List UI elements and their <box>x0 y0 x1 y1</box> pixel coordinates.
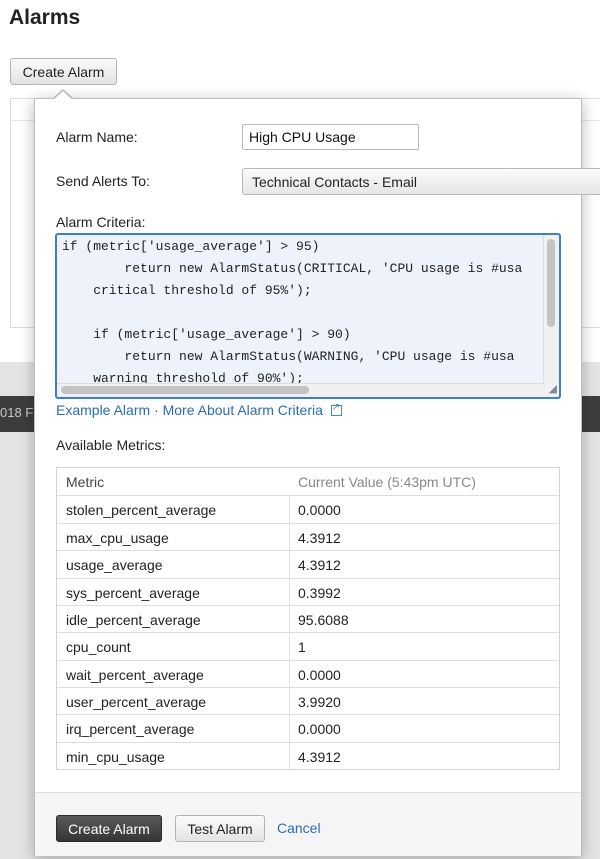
link-separator: · <box>154 402 159 418</box>
page-band-text: 018 F <box>0 405 34 420</box>
create-alarm-toggle-button[interactable]: Create Alarm <box>10 58 117 85</box>
example-alarm-link[interactable]: Example Alarm <box>56 402 150 418</box>
alarm-criteria-label: Alarm Criteria: <box>56 214 146 230</box>
metric-name: min_cpu_usage <box>66 749 165 765</box>
metrics-table: Metric Current Value (5:43pm UTC) stolen… <box>56 467 560 770</box>
metric-value: 4.3912 <box>298 530 341 546</box>
code-line: if (metric['usage_average'] > 95) <box>62 239 320 254</box>
table-row: usage_average 4.3912 <box>57 550 559 577</box>
metric-value: 0.0000 <box>298 502 341 518</box>
vertical-scrollbar[interactable] <box>543 235 559 383</box>
table-row: sys_percent_average 0.3992 <box>57 578 559 605</box>
header-current-value: Current Value (5:43pm UTC) <box>298 474 476 490</box>
metric-name: max_cpu_usage <box>66 530 169 546</box>
table-row: idle_percent_average 95.6088 <box>57 605 559 632</box>
metric-name: idle_percent_average <box>66 612 201 628</box>
table-row: user_percent_average 3.9920 <box>57 687 559 714</box>
external-link-icon[interactable] <box>330 402 342 416</box>
table-header-row: Metric Current Value (5:43pm UTC) <box>57 468 559 495</box>
metric-name: irq_percent_average <box>66 721 195 737</box>
metric-name: wait_percent_average <box>66 667 204 683</box>
resize-handle-icon[interactable]: ◢ <box>549 384 557 395</box>
vertical-scrollbar-thumb[interactable] <box>547 239 555 327</box>
send-alerts-label: Send Alerts To: <box>56 173 150 189</box>
metric-value: 95.6088 <box>298 612 349 628</box>
alarm-criteria-editor[interactable]: if (metric['usage_average'] > 95) return… <box>55 233 561 399</box>
metric-value: 0.0000 <box>298 721 341 737</box>
table-row: irq_percent_average 0.0000 <box>57 714 559 741</box>
metric-name: usage_average <box>66 557 163 573</box>
metric-name: sys_percent_average <box>66 585 200 601</box>
send-alerts-select[interactable]: Technical Contacts - Email <box>242 168 600 195</box>
code-line: return new AlarmStatus(CRITICAL, 'CPU us… <box>62 261 523 276</box>
metric-name: cpu_count <box>66 639 131 655</box>
table-row: min_cpu_usage 4.3912 <box>57 742 559 769</box>
available-metrics-label: Available Metrics: <box>56 437 166 453</box>
table-row: wait_percent_average 0.0000 <box>57 660 559 687</box>
metric-value: 3.9920 <box>298 694 341 710</box>
criteria-help-links: Example Alarm · More About Alarm Criteri… <box>56 402 342 418</box>
metric-value: 4.3912 <box>298 749 341 765</box>
alarm-name-input[interactable] <box>242 124 419 150</box>
horizontal-scrollbar[interactable] <box>57 383 545 397</box>
page-title: Alarms <box>9 6 81 29</box>
alarm-name-label: Alarm Name: <box>56 129 138 145</box>
metric-name: user_percent_average <box>66 694 207 710</box>
code-line: return new AlarmStatus(WARNING, 'CPU usa… <box>62 349 515 364</box>
code-line: critical threshold of 95%'); <box>62 283 312 298</box>
more-about-criteria-link[interactable]: More About Alarm Criteria <box>163 402 323 418</box>
metric-value: 0.0000 <box>298 667 341 683</box>
metric-value: 0.3992 <box>298 585 341 601</box>
metric-name: stolen_percent_average <box>66 502 217 518</box>
test-alarm-button[interactable]: Test Alarm <box>175 815 265 842</box>
popover-caret-inner <box>53 91 73 100</box>
table-column-divider <box>289 495 290 769</box>
create-alarm-button[interactable]: Create Alarm <box>56 815 162 842</box>
metric-value: 1 <box>298 639 306 655</box>
horizontal-scrollbar-thumb[interactable] <box>61 386 309 394</box>
metric-value: 4.3912 <box>298 557 341 573</box>
table-row: max_cpu_usage 4.3912 <box>57 523 559 550</box>
cancel-link[interactable]: Cancel <box>277 820 321 836</box>
table-row: cpu_count 1 <box>57 632 559 659</box>
header-metric: Metric <box>66 474 105 490</box>
table-row: stolen_percent_average 0.0000 <box>57 495 559 522</box>
code-line: if (metric['usage_average'] > 90) <box>62 327 351 342</box>
